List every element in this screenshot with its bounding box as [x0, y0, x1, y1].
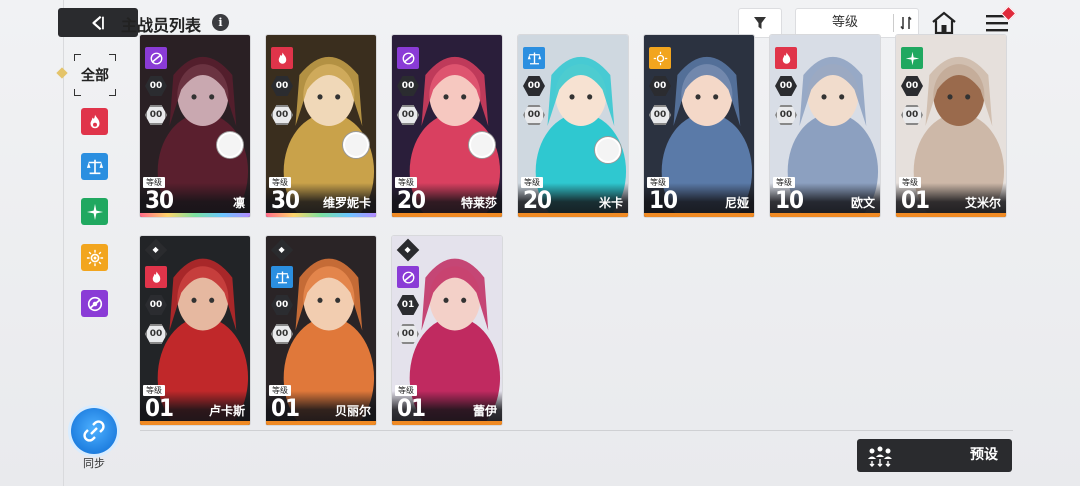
attribute-badge	[145, 266, 167, 288]
filter-ice[interactable]	[81, 153, 108, 180]
sun-attribute-icon	[86, 249, 103, 266]
back-arrow-icon	[92, 15, 104, 30]
level-value: 01	[271, 394, 300, 422]
attribute-badge	[649, 47, 671, 69]
companion-icon	[343, 132, 369, 158]
sync-label: 同步	[83, 457, 105, 470]
sort-order-icon	[900, 16, 912, 30]
character-card[interactable]: 00 00 等级 10 尼娅	[643, 34, 755, 218]
star-attribute-icon	[86, 203, 103, 220]
character-card[interactable]: ◆ 00 00 等级 01 卢卡斯	[139, 235, 251, 426]
info-icon[interactable]: i	[212, 14, 229, 31]
level-value: 01	[901, 186, 930, 214]
character-name: 卢卡斯	[208, 404, 245, 418]
character-name: 艾米尔	[964, 196, 1001, 210]
sun-attribute-icon	[653, 51, 667, 65]
character-card[interactable]: ◆ 00 00 等级 01 贝丽尔	[265, 235, 377, 426]
swirl-attribute-icon	[150, 52, 162, 64]
selected-marker-icon	[56, 67, 68, 79]
companion-icon	[595, 137, 621, 163]
level-value: 01	[397, 394, 426, 422]
level-value: 20	[397, 186, 426, 214]
preset-label: 预设	[970, 447, 998, 463]
filter-light[interactable]	[81, 244, 108, 271]
level-value: 01	[145, 394, 174, 422]
character-card[interactable]: 00 00 等级 01 艾米尔	[895, 34, 1007, 218]
attribute-badge	[271, 47, 293, 69]
filter-wind[interactable]	[81, 198, 108, 225]
attribute-badge	[397, 266, 419, 288]
footer-divider	[140, 430, 1013, 431]
swirl-attribute-icon	[402, 271, 414, 283]
character-name: 凛	[232, 196, 245, 210]
balance-attribute-icon	[86, 159, 103, 174]
character-card[interactable]: 00 00 等级 30 维罗妮卡	[265, 34, 377, 218]
character-name: 特莱莎	[460, 196, 497, 210]
character-name: 米卡	[598, 196, 623, 210]
filter-all[interactable]: 全部	[74, 54, 116, 96]
character-card[interactable]: ◆ 01 00 等级 01 蕾伊	[391, 235, 503, 426]
filter-dark[interactable]	[81, 290, 108, 317]
character-name: 蕾伊	[472, 404, 497, 418]
attribute-badge	[145, 47, 167, 69]
page-title: 主战员列表	[121, 16, 202, 35]
level-value: 10	[649, 186, 678, 214]
character-name: 维罗妮卡	[322, 196, 371, 210]
fire-attribute-icon	[90, 114, 99, 128]
character-name: 欧文	[850, 196, 875, 210]
attribute-badge	[523, 47, 545, 69]
swirl-attribute-icon	[87, 296, 102, 311]
character-name: 尼娅	[724, 196, 749, 210]
home-icon	[932, 11, 956, 35]
balance-attribute-icon	[527, 52, 541, 64]
companion-icon	[469, 132, 495, 158]
team-preset-icon	[868, 446, 892, 467]
fire-attribute-icon	[782, 52, 790, 64]
sync-link-icon	[83, 420, 105, 442]
attribute-badge	[901, 47, 923, 69]
character-card[interactable]: 00 00 等级 20 米卡	[517, 34, 629, 218]
sync-button[interactable]	[71, 408, 117, 454]
fire-attribute-icon	[152, 271, 160, 283]
level-value: 10	[775, 186, 804, 214]
attribute-badge	[775, 47, 797, 69]
sort-label[interactable]: 等级	[796, 9, 894, 37]
filter-all-label: 全部	[81, 68, 109, 84]
character-card[interactable]: 00 00 等级 20 特莱莎	[391, 34, 503, 218]
attribute-badge	[397, 47, 419, 69]
companion-icon	[217, 132, 243, 158]
level-value: 20	[523, 186, 552, 214]
filter-fire[interactable]	[81, 108, 108, 135]
attribute-badge	[271, 266, 293, 288]
swirl-attribute-icon	[402, 52, 414, 64]
character-card[interactable]: 00 00 等级 10 欧文	[769, 34, 881, 218]
sort-order-button[interactable]	[894, 9, 918, 37]
preset-button[interactable]: 预设	[857, 439, 1012, 472]
filter-funnel-icon	[754, 17, 766, 29]
fire-attribute-icon	[278, 52, 286, 64]
character-card[interactable]: 00 00 等级 30 凛	[139, 34, 251, 218]
level-value: 30	[271, 186, 300, 214]
star-attribute-icon	[905, 51, 919, 65]
character-name: 贝丽尔	[334, 404, 371, 418]
balance-attribute-icon	[275, 271, 289, 283]
level-value: 30	[145, 186, 174, 214]
